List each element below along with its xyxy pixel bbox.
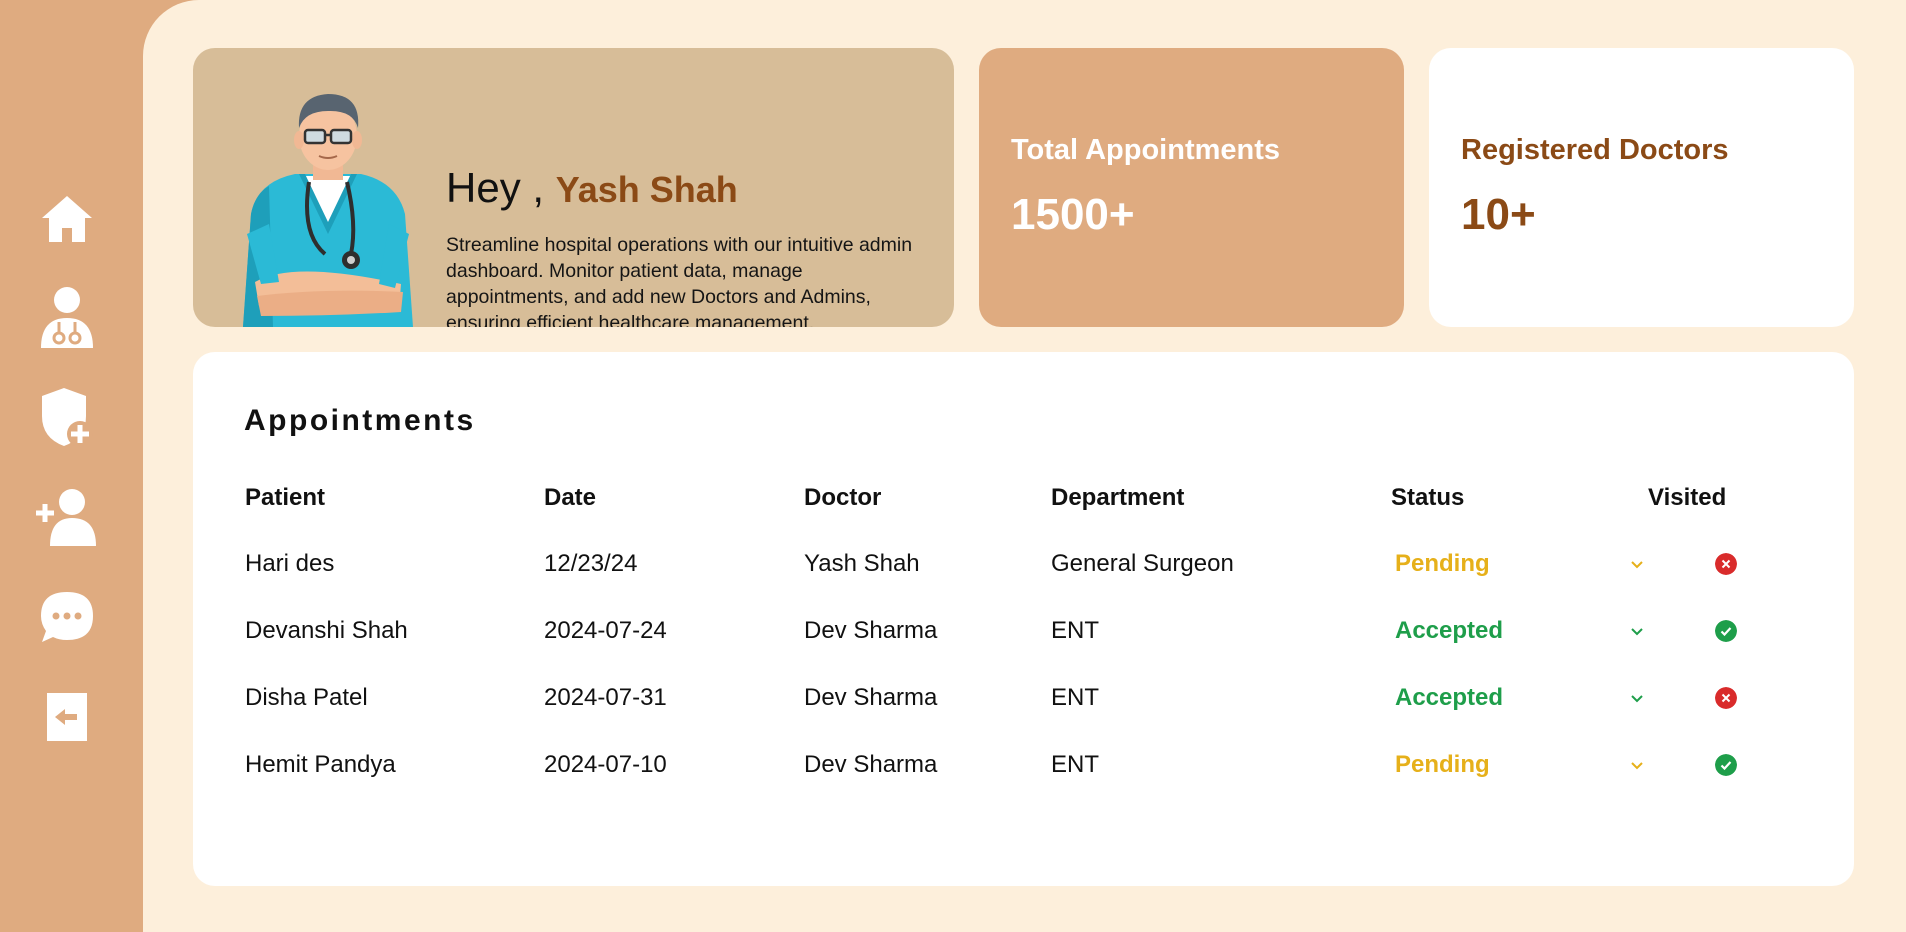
header-status: Status	[1391, 484, 1465, 511]
doctor-cell: Dev Sharma	[804, 684, 938, 711]
doctor-cell: Yash Shah	[804, 550, 920, 577]
total-appointments-value: 1500+	[1011, 190, 1135, 239]
not-visited-icon[interactable]	[1715, 553, 1737, 575]
registered-doctors-label: Registered Doctors	[1461, 134, 1729, 166]
header-patient: Patient	[245, 484, 326, 511]
not-visited-icon[interactable]	[1715, 687, 1737, 709]
chevron-down-icon[interactable]	[1629, 694, 1645, 704]
user-name: Yash Shah	[555, 169, 738, 210]
chat-icon	[41, 592, 93, 642]
patient-cell: Hari des	[245, 550, 335, 577]
nav-logout[interactable]	[36, 686, 98, 748]
appointments-card: Appointments Patient Date Doctor Departm…	[193, 352, 1854, 886]
department-cell: ENT	[1051, 617, 1099, 644]
status-select[interactable]: Pending	[1395, 751, 1490, 779]
date-cell: 12/23/24	[544, 550, 638, 577]
header-department: Department	[1051, 484, 1185, 511]
appointments-title: Appointments	[244, 404, 476, 437]
doctor-cell: Dev Sharma	[804, 617, 938, 644]
header-doctor: Doctor	[804, 484, 882, 511]
chevron-down-icon[interactable]	[1629, 627, 1645, 637]
status-select[interactable]: Accepted	[1395, 684, 1503, 712]
registered-doctors-card: Registered Doctors 10+	[1429, 48, 1854, 327]
status-select[interactable]: Accepted	[1395, 617, 1503, 645]
header-visited: Visited	[1648, 484, 1727, 511]
patient-cell: Disha Patel	[245, 684, 368, 711]
date-cell: 2024-07-31	[544, 684, 667, 711]
patient-cell: Devanshi Shah	[245, 617, 408, 644]
doctor-cell: Dev Sharma	[804, 751, 938, 778]
nav-add-doctor[interactable]	[36, 486, 98, 548]
department-cell: ENT	[1051, 751, 1099, 778]
visited-check-icon[interactable]	[1715, 620, 1737, 642]
chevron-down-icon[interactable]	[1629, 761, 1645, 771]
total-appointments-label: Total Appointments	[1011, 134, 1281, 166]
registered-doctors-value: 10+	[1461, 190, 1536, 239]
date-cell: 2024-07-10	[544, 751, 667, 778]
greeting-prefix: Hey ,	[446, 164, 545, 211]
home-icon	[42, 196, 92, 242]
doctor-icon	[41, 287, 93, 348]
user-add-icon	[36, 489, 96, 546]
department-cell: General Surgeon	[1051, 550, 1234, 577]
department-cell: ENT	[1051, 684, 1099, 711]
logout-icon	[47, 693, 87, 741]
main-content: Hey , Yash Shah Streamline hospital oper…	[143, 0, 1906, 932]
patient-cell: Hemit Pandya	[245, 751, 396, 778]
greeting-heading: Hey , Yash Shah	[446, 164, 738, 212]
shield-add-icon	[42, 388, 93, 447]
nav-doctors[interactable]	[36, 286, 98, 348]
visited-check-icon[interactable]	[1715, 754, 1737, 776]
nav-messages[interactable]	[36, 586, 98, 648]
doctor-illustration	[243, 94, 413, 327]
welcome-description: Streamline hospital operations with our …	[446, 234, 913, 327]
status-select[interactable]: Pending	[1395, 550, 1490, 578]
welcome-card: Hey , Yash Shah Streamline hospital oper…	[193, 48, 954, 327]
nav-add-admin[interactable]	[36, 386, 98, 448]
chevron-down-icon[interactable]	[1629, 560, 1645, 570]
date-cell: 2024-07-24	[544, 617, 667, 644]
header-date: Date	[544, 484, 597, 511]
total-appointments-card: Total Appointments 1500+	[979, 48, 1404, 327]
sidebar	[0, 0, 143, 932]
nav-home[interactable]	[36, 188, 98, 250]
